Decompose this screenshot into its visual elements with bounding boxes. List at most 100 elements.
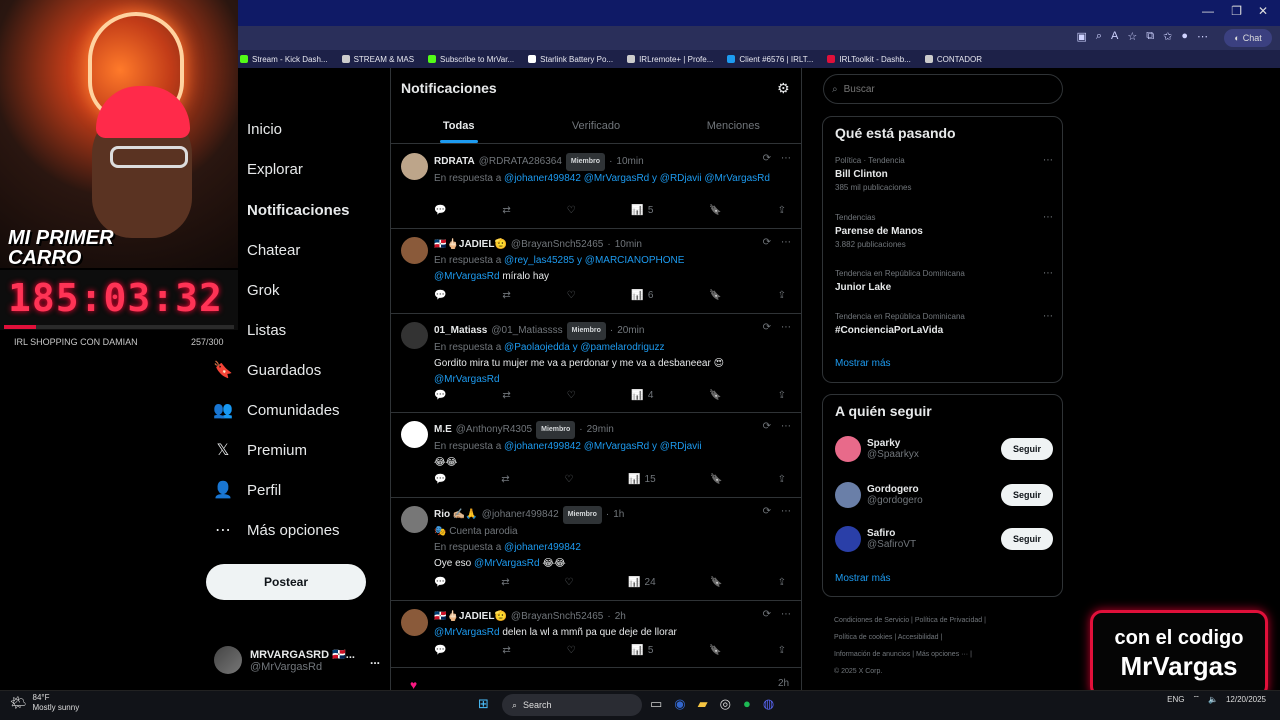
like-icon[interactable]: ♡	[567, 390, 576, 401]
footer-link[interactable]: © 2025 X Corp.	[834, 668, 882, 675]
translate-icon[interactable]: ▣	[1076, 30, 1086, 43]
reply-icon[interactable]: 💬	[434, 577, 446, 588]
follow-button[interactable]: Seguir	[1001, 528, 1053, 550]
avatar[interactable]	[401, 421, 428, 448]
close-icon[interactable]: ✕	[1258, 4, 1268, 18]
post-time[interactable]: 10min	[615, 237, 642, 253]
bookmark-item[interactable]: IRLToolkit - Dashb...	[827, 55, 911, 64]
reply-mentions[interactable]: @johaner499842 @MrVargasRd y @RDjavii @M…	[504, 173, 770, 184]
weather-widget[interactable]: 🌤 84°F Mostly sunny	[10, 693, 79, 713]
tab-verificado[interactable]: Verificado	[527, 114, 664, 143]
notification-item[interactable]: 01_Matiass @01_Matiassss Miembro · 20min En r…	[391, 314, 801, 413]
bookmark-icon[interactable]: 🔖	[709, 205, 721, 216]
bookmark-icon[interactable]: 🔖	[709, 290, 721, 301]
grok-icon[interactable]: ⟳	[763, 237, 771, 248]
trend-item[interactable]: Tendencia en República Dominicana Junior …	[835, 268, 1053, 295]
gear-icon[interactable]: ⚙	[777, 80, 790, 97]
post-mention[interactable]: @MrVargasRd	[434, 271, 500, 282]
post-time[interactable]: 10min	[616, 154, 643, 170]
author-name[interactable]: 🇩🇴🖕🏻JADIEL🫡	[434, 609, 507, 625]
follow-suggestion[interactable]: Sparky @Spaarkyx Seguir	[835, 433, 1053, 465]
repost-icon[interactable]: ⇄	[501, 577, 509, 588]
like-icon[interactable]: ♡	[567, 205, 576, 216]
footer-link[interactable]: Condiciones de Servicio	[834, 617, 909, 624]
more-icon[interactable]: ⋯	[781, 421, 791, 432]
share-icon[interactable]: ⇪	[778, 645, 786, 656]
more-icon[interactable]: ⋯	[1043, 212, 1053, 223]
notification-item[interactable]: Rio ✍🏼🙏 @johaner499842 Miembro · 1h 🎭 Cuenta …	[391, 498, 801, 601]
reply-mentions[interactable]: @johaner499842	[504, 542, 581, 553]
trend-item[interactable]: Política · Tendencia Bill Clinton 385 mil …	[835, 155, 1053, 194]
more-icon[interactable]: ⋯	[1043, 268, 1053, 279]
like-icon[interactable]: ♡	[567, 645, 576, 656]
more-icon[interactable]: ⋯	[1043, 155, 1053, 166]
read-aloud-icon[interactable]: A	[1111, 30, 1118, 43]
search-box[interactable]: ⌕	[823, 74, 1063, 104]
like-icon[interactable]: ♡	[567, 290, 576, 301]
tab-todas[interactable]: Todas	[390, 114, 527, 143]
avatar[interactable]	[401, 237, 428, 264]
sidebar-item-comunidades[interactable]: 👥 Comunidades	[213, 400, 340, 420]
views-button[interactable]: 📊 15	[628, 474, 656, 485]
follow-button[interactable]: Seguir	[1001, 484, 1053, 506]
account-switcher[interactable]: MRVARGASRD 🇩🇴... @MrVargasRd ...	[214, 644, 380, 676]
follow-show-more[interactable]: Mostrar más	[835, 573, 891, 584]
footer-link[interactable]: Accesibilidad	[898, 634, 939, 641]
maximize-icon[interactable]: ❐	[1231, 4, 1242, 18]
author-name[interactable]: Rio ✍🏼🙏	[434, 507, 478, 523]
notification-item[interactable]: M.E @AnthonyR4305 Miembro · 29min En respuest…	[391, 413, 801, 498]
author-handle[interactable]: @BrayanSnch52465	[511, 609, 603, 625]
bookmark-icon[interactable]: 🔖	[710, 474, 722, 485]
grok-icon[interactable]: ⟳	[763, 506, 771, 517]
like-icon[interactable]: ♡	[564, 577, 573, 588]
account-menu-icon[interactable]: ...	[370, 653, 380, 667]
spotify-icon[interactable]: ●	[743, 696, 751, 712]
language-indicator[interactable]: ENG	[1167, 695, 1184, 704]
bookmark-item[interactable]: Stream - Kick Dash...	[240, 55, 328, 64]
avatar[interactable]	[401, 153, 428, 180]
post-time[interactable]: 20min	[617, 323, 644, 339]
reply-mentions[interactable]: @rey_las45285 y @MARCIANOPHONE	[504, 255, 684, 266]
bookmark-item[interactable]: Starlink Battery Po...	[528, 55, 613, 64]
sidebar-item-notificaciones[interactable]: 🔔Notificaciones	[213, 200, 350, 220]
author-name[interactable]: M.E	[434, 422, 452, 438]
discord-icon[interactable]: ◍	[763, 696, 774, 712]
zoom-icon[interactable]: ⌕	[1096, 30, 1102, 43]
grok-icon[interactable]: ⟳	[763, 322, 771, 333]
edge-icon[interactable]: ◉	[674, 696, 685, 712]
trend-item[interactable]: Tendencias Parense de Manos 3.882 publicac…	[835, 212, 1053, 251]
post-button[interactable]: Postear	[206, 564, 366, 600]
post-mention[interactable]: @MrVargasRd	[434, 627, 500, 638]
sidebar-item-más-opciones[interactable]: ⋯ Más opciones	[213, 520, 340, 540]
author-handle[interactable]: @johaner499842	[482, 507, 559, 523]
grok-icon[interactable]: ⟳	[763, 421, 771, 432]
grok-icon[interactable]: ⟳	[763, 609, 771, 620]
favorites-icon[interactable]: ✩	[1163, 30, 1172, 43]
post-mention[interactable]: @MrVargasRd	[474, 558, 540, 569]
repost-icon[interactable]: ⇄	[502, 290, 510, 301]
bookmark-icon[interactable]: 🔖	[710, 577, 722, 588]
reply-icon[interactable]: 💬	[434, 290, 446, 301]
follow-suggestion[interactable]: Gordogero @gordogero Seguir	[835, 479, 1053, 511]
avatar[interactable]	[401, 609, 428, 636]
sidebar-item-guardados[interactable]: 🔖 Guardados	[213, 360, 321, 380]
bookmark-item[interactable]: CONTADOR	[924, 55, 982, 64]
follow-button[interactable]: Seguir	[1001, 438, 1053, 460]
footer-link[interactable]: Más opciones ···	[916, 651, 968, 658]
minimize-icon[interactable]: —	[1202, 4, 1214, 18]
trend-item[interactable]: Tendencia en República Dominicana #Concie…	[835, 311, 1053, 338]
footer-link[interactable]: Información de anuncios	[834, 651, 910, 658]
repost-icon[interactable]: ⇄	[501, 474, 509, 485]
repost-icon[interactable]: ⇄	[502, 390, 510, 401]
like-icon[interactable]: ♡	[564, 474, 573, 485]
bookmark-item[interactable]: Subscribe to MrVar...	[428, 55, 514, 64]
author-handle[interactable]: @AnthonyR4305	[456, 422, 532, 438]
folder-icon[interactable]: ▰	[698, 696, 708, 712]
post-mention[interactable]: @MrVargasRd	[434, 374, 500, 385]
author-name[interactable]: 🇩🇴🖕🏻JADIEL🫡	[434, 237, 507, 253]
task-view-icon[interactable]: ▭	[650, 696, 662, 712]
copilot-chat-button[interactable]: ◐ Chat	[1224, 29, 1272, 47]
author-name[interactable]: 01_Matiass	[434, 323, 487, 339]
notification-item[interactable]: 🇩🇴🖕🏻JADIEL🫡 @BrayanSnch52465 · 2h @MrVargasR…	[391, 601, 801, 668]
share-icon[interactable]: ⇪	[778, 290, 786, 301]
